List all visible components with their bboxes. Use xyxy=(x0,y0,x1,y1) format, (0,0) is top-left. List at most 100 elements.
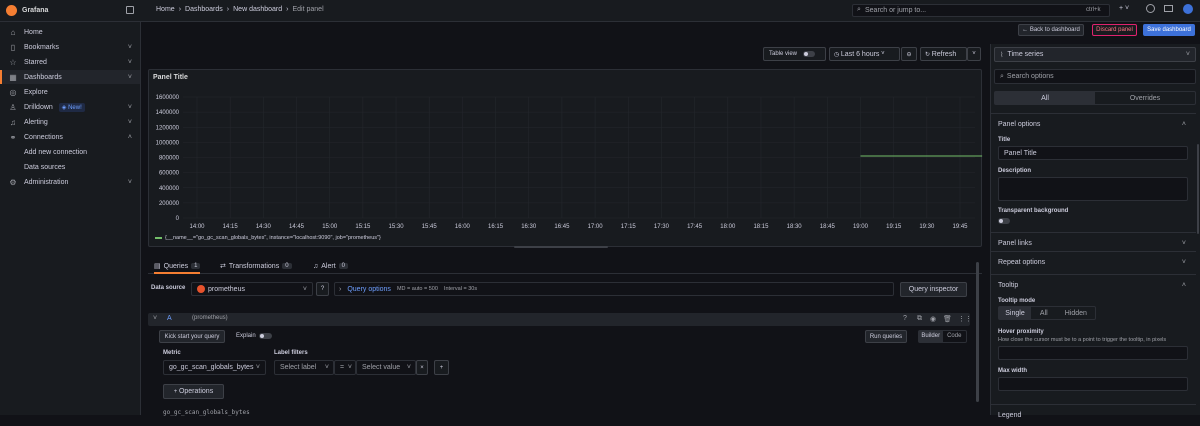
datasource-help-button[interactable]: ? xyxy=(316,282,329,296)
sidebar-item-home[interactable]: ⌂ Home xyxy=(0,25,140,39)
operator-select[interactable]: = ˅ xyxy=(334,360,356,375)
hover-proximity-input[interactable] xyxy=(998,346,1188,360)
legend-section[interactable]: Legend xyxy=(991,404,1196,426)
operations-button[interactable]: + Operations xyxy=(163,384,224,399)
add-filter-button[interactable]: + xyxy=(434,360,449,375)
mode-hidden-option[interactable]: Hidden xyxy=(1057,307,1095,319)
tab-all[interactable]: All xyxy=(995,92,1095,104)
tab-transformations[interactable]: ⇄ Transformations 0 xyxy=(220,260,292,272)
trash-icon[interactable]: 🗑 xyxy=(943,315,952,323)
chevron-down-icon[interactable]: ˅ xyxy=(128,104,132,111)
editor-mode-toggle: Builder Code xyxy=(918,330,967,343)
breadcrumb-new-dashboard[interactable]: New dashboard xyxy=(233,6,282,13)
back-to-dashboard-button[interactable]: ← Back to dashboard xyxy=(1018,24,1084,36)
search-input[interactable]: ⌕ Search or jump to... ctrl+k xyxy=(852,4,1110,17)
explain-toggle[interactable] xyxy=(259,333,272,339)
mode-all-option[interactable]: All xyxy=(1031,307,1057,319)
tooltip-section[interactable]: Tooltip ˄ xyxy=(991,274,1196,296)
code-mode-button[interactable]: Code xyxy=(943,331,967,342)
sidebar-item-connections[interactable]: ⚭ Connections ˄ xyxy=(0,130,140,144)
operations-label: Operations xyxy=(178,388,214,395)
sidebar-item-alerting[interactable]: ♫ Alerting ˅ xyxy=(0,115,140,129)
breadcrumb-dashboards[interactable]: Dashboards xyxy=(185,6,223,13)
sidebar-item-drilldown[interactable]: ♙ Drilldown ◈ New! ˅ xyxy=(0,100,140,114)
label-select[interactable]: Select label ˅ xyxy=(274,360,334,375)
chevron-down-icon[interactable]: ˅ xyxy=(128,179,132,186)
tab-label: Transformations xyxy=(228,262,280,270)
chevron-down-icon: ˅ xyxy=(1185,51,1190,58)
query-ref-id[interactable]: A xyxy=(167,315,172,322)
mode-single-option[interactable]: Single xyxy=(999,307,1031,319)
tab-label: Queries xyxy=(163,262,189,270)
visualization-picker[interactable]: ⌇ Time series ˅ xyxy=(994,47,1196,62)
tab-overrides[interactable]: Overrides xyxy=(1095,92,1195,104)
sidebar-item-dashboards[interactable]: ▦ Dashboards ˅ xyxy=(0,70,140,84)
breadcrumb-home[interactable]: Home xyxy=(156,6,175,13)
chevron-up-icon[interactable]: ˄ xyxy=(128,134,132,141)
query-row-header[interactable]: ˅ A (prometheus) ? ⧉ ◉ 🗑 ⋮⋮ xyxy=(148,313,972,326)
zoom-out-button[interactable]: ⊖ xyxy=(901,47,917,61)
grafana-logo-icon[interactable] xyxy=(6,5,17,16)
avatar[interactable] xyxy=(1183,4,1193,14)
news-icon[interactable] xyxy=(1164,5,1173,12)
dock-menu-icon[interactable] xyxy=(126,6,134,14)
scrollbar[interactable] xyxy=(976,262,979,402)
duplicate-icon[interactable]: ⧉ xyxy=(917,315,922,323)
refresh-label: Refresh xyxy=(931,50,957,58)
chevron-down-icon[interactable]: ˅ xyxy=(128,59,132,66)
description-textarea[interactable] xyxy=(998,177,1188,201)
eye-icon[interactable]: ◉ xyxy=(930,315,936,323)
x-tick-label: 15:45 xyxy=(422,224,438,230)
repeat-options-section[interactable]: Repeat options ˅ xyxy=(991,251,1196,273)
sidebar-item-add-new-connection[interactable]: Add new connection xyxy=(0,145,140,159)
add-menu-button[interactable]: + ˅ xyxy=(1119,5,1129,12)
kickstart-button[interactable]: Kick start your query xyxy=(159,330,225,343)
chevron-down-icon: ˅ xyxy=(1123,5,1130,12)
chevron-down-icon[interactable]: ˅ xyxy=(128,119,132,126)
transparent-toggle[interactable] xyxy=(998,218,1010,224)
options-scrollbar[interactable] xyxy=(1197,144,1199,234)
dashboards-icon: ▦ xyxy=(9,72,17,82)
metric-select[interactable]: go_gc_scan_globals_bytes ˅ xyxy=(163,360,266,375)
chevron-right-icon: › xyxy=(339,285,342,293)
y-tick-label: 1200000 xyxy=(156,125,180,131)
sidebar-item-administration[interactable]: ⚙ Administration ˅ xyxy=(0,175,140,189)
legend-item[interactable]: {__name__="go_gc_scan_globals_bytes", in… xyxy=(155,235,381,241)
max-width-input[interactable] xyxy=(998,377,1188,391)
save-dashboard-button[interactable]: Save dashboard xyxy=(1143,24,1195,36)
resize-handle[interactable] xyxy=(514,246,608,248)
x-tick-label: 18:15 xyxy=(753,224,769,230)
table-view-toggle[interactable]: Table view xyxy=(763,47,826,61)
chevron-down-icon[interactable]: ˅ xyxy=(128,74,132,81)
toggle-switch[interactable] xyxy=(803,51,816,57)
builder-mode-button[interactable]: Builder xyxy=(919,331,943,342)
run-queries-button[interactable]: Run queries xyxy=(865,330,907,343)
query-inspector-button[interactable]: Query inspector xyxy=(900,282,967,297)
time-range-picker[interactable]: ◷ Last 6 hours ˅ xyxy=(829,47,900,61)
options-search-input[interactable]: ⌕ Search options xyxy=(994,69,1196,84)
refresh-button[interactable]: ↻ Refresh xyxy=(920,47,967,61)
chevron-down-icon[interactable]: ˅ xyxy=(128,44,132,51)
panel-title-input[interactable]: Panel Title xyxy=(998,146,1188,160)
help-icon[interactable] xyxy=(1146,4,1155,13)
section-title: Repeat options xyxy=(998,259,1046,266)
queries-icon: ▤ xyxy=(154,263,161,270)
drag-handle-icon[interactable]: ⋮⋮ xyxy=(958,315,972,323)
help-icon[interactable]: ? xyxy=(903,315,907,322)
sidebar-item-data-sources[interactable]: Data sources xyxy=(0,160,140,174)
sidebar-item-starred[interactable]: ☆ Starred ˅ xyxy=(0,55,140,69)
value-select[interactable]: Select value ˅ xyxy=(356,360,416,375)
sidebar-item-bookmarks[interactable]: ▯ Bookmarks ˅ xyxy=(0,40,140,54)
query-options-toggle[interactable]: › Query options MD = auto = 500 Interval… xyxy=(334,282,894,296)
collapse-chevron-icon[interactable]: ˅ xyxy=(153,315,157,322)
datasource-picker[interactable]: prometheus ˅ xyxy=(191,282,313,296)
tab-alert[interactable]: ♫ Alert 0 xyxy=(313,260,348,272)
refresh-interval-dropdown[interactable]: ˅ xyxy=(967,47,981,61)
discard-panel-button[interactable]: Discard panel xyxy=(1092,24,1137,36)
tab-queries[interactable]: ▤ Queries 1 xyxy=(154,260,201,274)
panel-options-section[interactable]: Panel options ˄ xyxy=(991,113,1196,135)
hover-proximity-description: How close the cursor must be to a point … xyxy=(998,337,1167,343)
remove-filter-button[interactable]: × xyxy=(416,360,428,375)
prometheus-icon xyxy=(197,285,205,293)
sidebar-item-explore[interactable]: ◎ Explore xyxy=(0,85,140,99)
